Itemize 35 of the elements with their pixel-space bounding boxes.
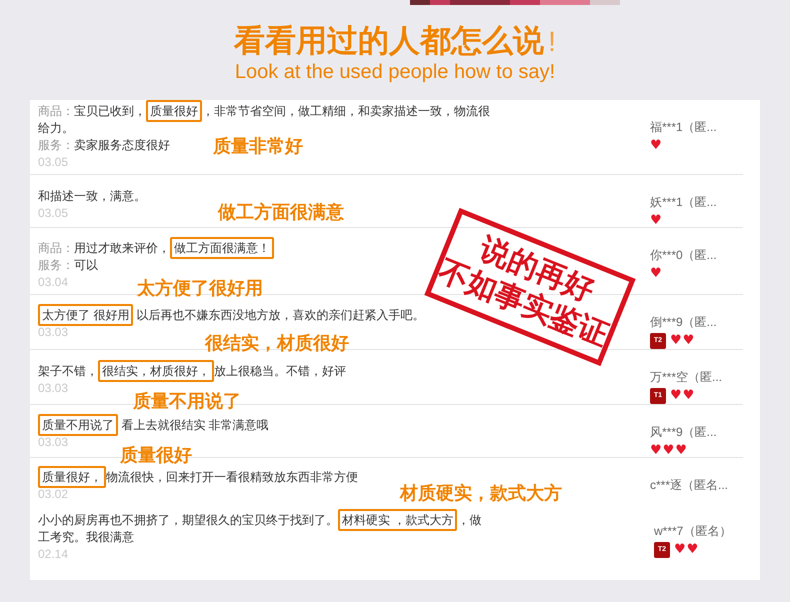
review-text: 服务：卖家服务态度很好 bbox=[38, 137, 170, 154]
callout-text: 质量很好 bbox=[120, 445, 192, 465]
heart-rating: ♥♥ bbox=[674, 542, 700, 558]
subtitle: Look at the used people how to say! bbox=[234, 60, 556, 84]
review-text: 太方便了 很好用 以后再也不嫌东西没地方放，喜欢的亲们赶紧入手吧。 bbox=[38, 307, 425, 324]
callout-text: 质量非常好 bbox=[213, 136, 303, 156]
heart-rating: ♥♥♥ bbox=[650, 443, 688, 459]
review-text: 架子不错， 很结实，材质很好， 放上很稳当。不错，好评 bbox=[38, 363, 346, 380]
review-text: 和描述一致，满意。 bbox=[38, 188, 146, 205]
review-text: 商品：用过才敢来评价， 做工方面很满意！ bbox=[38, 240, 274, 257]
heart-rating: ♥♥ bbox=[670, 333, 696, 349]
user-name: 福***1（匿... bbox=[650, 119, 717, 135]
review-text: 质量不用说了 看上去就很结实 非常满意哦 bbox=[38, 417, 269, 434]
user-name: 倒***9（匿... bbox=[650, 314, 717, 330]
heart-rating: ♥ bbox=[650, 213, 663, 229]
user-name: c***逐（匿名... bbox=[650, 477, 728, 493]
callout-text: 做工方面很满意 bbox=[218, 202, 344, 222]
callout-text: 质量不用说了 bbox=[133, 391, 241, 411]
user-name: 妖***1（匿... bbox=[650, 194, 717, 210]
heart-rating: ♥ bbox=[650, 266, 663, 282]
user-name: 你***0（匿... bbox=[650, 247, 717, 263]
review-text: 小小的厨房再也不拥挤了，期望很久的宝贝终于找到了。 材料硬实 ，款式大方 ，做工考究。我很满意 bbox=[38, 512, 490, 546]
user-name: 万***空（匿... bbox=[650, 369, 722, 385]
title: 看看用过的人都怎么说 bbox=[234, 22, 544, 60]
review-text: 质量很好， 物流很快，回来打开一看很精致放东西非常方便 bbox=[38, 469, 358, 486]
review-text: 服务：可以 bbox=[38, 257, 98, 274]
heart-rating: ♥♥ bbox=[670, 388, 696, 404]
callout-text: 很结实，材质很好 bbox=[205, 333, 349, 353]
user-name: w***7（匿名） bbox=[654, 523, 732, 539]
callout-text: 太方便了很好用 bbox=[137, 278, 263, 298]
heart-rating: ♥ bbox=[650, 138, 663, 154]
callout-text: 材质硬实，款式大方 bbox=[400, 483, 562, 503]
review-text: 商品：宝贝已收到， 质量很好 ，非常节省空间，做工精细，和卖家描述一致，物流很给力。 bbox=[38, 103, 490, 137]
exclamation-mark: ! bbox=[548, 25, 556, 59]
user-name: 风***9（匿... bbox=[650, 424, 717, 440]
